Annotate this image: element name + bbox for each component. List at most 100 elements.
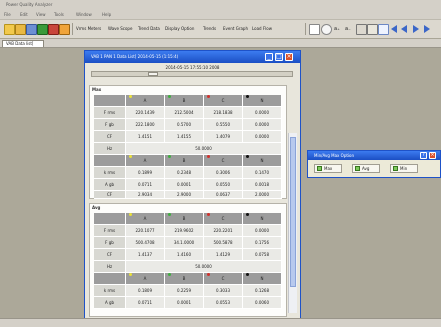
close-icon[interactable]: × [285, 53, 293, 61]
header-cell: A [126, 95, 165, 107]
row-label: CF [94, 131, 126, 143]
menu-edit[interactable]: Edit [20, 12, 28, 17]
tab-data-list[interactable]: VAB Data list[ [2, 40, 44, 47]
first-icon[interactable] [391, 25, 397, 33]
header-cell: N [243, 155, 282, 167]
close-icon[interactable]: × [429, 152, 436, 159]
toolbar-display-option[interactable]: Display Option [165, 26, 194, 31]
row-label: CF [94, 249, 126, 261]
menu-file[interactable]: File [4, 12, 11, 17]
phase-b-dot [168, 95, 171, 98]
header-cell [94, 95, 126, 107]
max-checkbox[interactable]: Max [314, 164, 342, 173]
avg-checkbox[interactable]: Avg [352, 164, 380, 173]
phase-c-dot [207, 95, 210, 98]
option-window-titlebar[interactable]: Min/Avg Max Option ? × [308, 151, 440, 160]
phase-a-dot [129, 95, 132, 98]
save-icon[interactable] [26, 24, 37, 35]
toolbar-load-flow[interactable]: Load Flow [252, 26, 272, 31]
fit-icon[interactable] [356, 24, 367, 35]
header-cell [94, 273, 126, 285]
menu-bar: File Edit View Tools Window Help [0, 10, 441, 20]
data-window-titlebar[interactable]: VAB 1 PAN 1 Data List[ 2014-05-15 (1:15:… [85, 51, 300, 63]
table-cell: 0.3006 [204, 167, 243, 179]
export-icon[interactable] [59, 24, 70, 35]
new-file-icon[interactable] [4, 24, 15, 35]
table-header: A B C N [94, 95, 282, 107]
date-range: 2014-05-15 17:55:10 2008 [165, 65, 220, 70]
table-cell: 219.9602 [165, 225, 204, 237]
table-row: k rms 0.1809 0.2259 0.3033 0.1268 [94, 285, 282, 297]
checkbox-checked-icon [355, 166, 360, 171]
chart-icon[interactable] [37, 24, 48, 35]
grid-icon[interactable] [367, 24, 378, 35]
header-cell: B [165, 95, 204, 107]
last-icon[interactable] [424, 25, 430, 33]
header-cell: C [204, 155, 243, 167]
table-cell: 0.2348 [165, 167, 204, 179]
hand-icon[interactable] [321, 24, 332, 35]
phase-b-dot [168, 213, 171, 216]
data-list-window: VAB 1 PAN 1 Data List[ 2014-05-15 (1:15:… [84, 50, 301, 320]
table-cell: 0.0711 [126, 297, 165, 309]
table-cell: 1.4151 [126, 131, 165, 143]
table-cell: 0.1899 [126, 167, 165, 179]
time-slider[interactable] [91, 71, 293, 77]
table-cell: 0.0018 [243, 179, 282, 191]
header-cell: C [204, 95, 243, 107]
table-cell: 0.3033 [204, 285, 243, 297]
maximize-icon[interactable]: □ [275, 53, 283, 61]
table-header: A B C N [94, 155, 282, 167]
previous-icon[interactable] [401, 25, 407, 33]
pointer-icon[interactable] [309, 24, 320, 35]
header-cell: A [126, 273, 165, 285]
next-icon[interactable] [413, 25, 419, 33]
vertical-scrollbar[interactable] [288, 133, 297, 313]
document-tabs: VAB Data list[ [0, 39, 441, 48]
row-label: k rms [94, 167, 126, 179]
toolbar-event-graph[interactable]: Event Graph [223, 26, 248, 31]
row-label: Hz [94, 261, 126, 273]
scrollbar-thumb[interactable] [290, 137, 296, 287]
table-cell: 0.2259 [165, 285, 204, 297]
table-row: F rms 220.1077 219.9602 220.2201 0.0000 [94, 225, 282, 237]
menu-window[interactable]: Window [76, 12, 92, 17]
report-icon[interactable] [48, 24, 59, 35]
open-folder-icon[interactable] [15, 24, 26, 35]
menu-view[interactable]: View [36, 12, 46, 17]
table-cell: 0.0001 [165, 297, 204, 309]
help-icon[interactable]: ? [420, 152, 427, 159]
checkbox-checked-icon [317, 166, 322, 171]
toolbar-trend-data[interactable]: Trend Data [138, 26, 160, 31]
menu-help[interactable]: Help [102, 12, 111, 17]
table-row: k rms 0.1899 0.2348 0.3006 0.1470 [94, 167, 282, 179]
row-label: F rms [94, 225, 126, 237]
row-label: CF [94, 191, 126, 199]
table-cell: 2.0000 [243, 191, 282, 199]
slider-thumb[interactable] [148, 72, 158, 76]
table-row: CF 1.4151 1.4155 1.4079 0.0000 [94, 131, 282, 143]
toolbar-wave-scope[interactable]: Wave Scope [108, 26, 132, 31]
table-cell: 2.9000 [165, 191, 204, 199]
table-row: F gb 222.1800 0.5700 0.5550 0.0000 [94, 119, 282, 131]
row-label: A gb [94, 179, 126, 191]
header-cell: A [126, 213, 165, 225]
zoom-out-icon[interactable]: a₋ [345, 26, 351, 32]
header-cell: N [243, 95, 282, 107]
row-label: F gb [94, 237, 126, 249]
zoom-in-icon[interactable]: a₊ [334, 26, 340, 32]
table-cell: 0.5700 [165, 119, 204, 131]
min-checkbox[interactable]: Min [390, 164, 418, 173]
menu-tools[interactable]: Tools [54, 12, 64, 17]
toolbar-trends[interactable]: Trends [203, 26, 216, 31]
table-cell: 218.1838 [204, 107, 243, 119]
phase-a-dot [129, 273, 132, 276]
table-row: CF 1.4137 1.4160 1.4129 0.0758 [94, 249, 282, 261]
minimize-icon[interactable]: _ [265, 53, 273, 61]
table-cell: 0.0711 [126, 179, 165, 191]
window-icon[interactable] [378, 24, 389, 35]
table-cell: 220.1439 [126, 107, 165, 119]
table-cell: 1.4129 [204, 249, 243, 261]
toolbar-vrms-meters[interactable]: Vrms Meters [76, 26, 101, 31]
table-cell: 0.5550 [204, 119, 243, 131]
